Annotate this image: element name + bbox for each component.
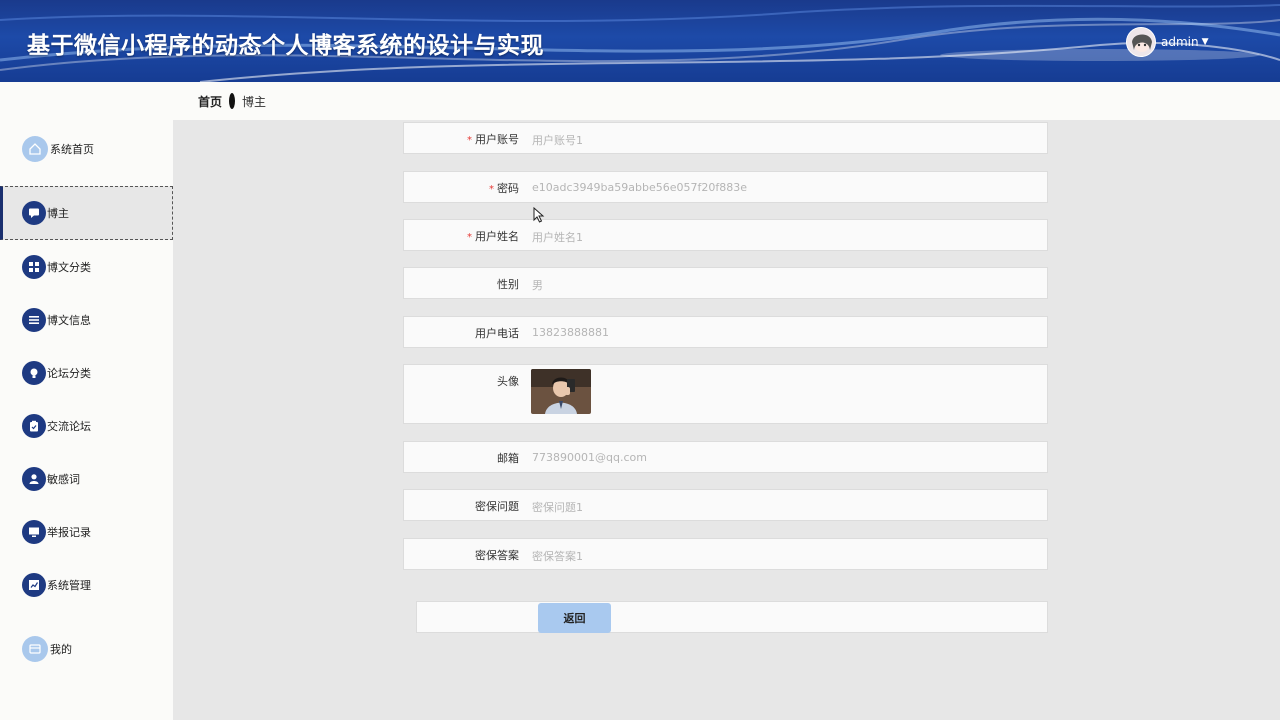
name-field[interactable]: 用户姓名1 — [532, 229, 583, 245]
sidebar-item-blog-info[interactable]: 博文信息 — [0, 296, 173, 344]
user-avatar — [1126, 27, 1156, 57]
sidebar-item-mine[interactable]: 我的 — [0, 625, 173, 673]
form-row-name: * 用户姓名 用户姓名1 — [403, 219, 1048, 251]
sidebar-item-blogger[interactable]: 博主 — [0, 186, 173, 240]
chat-icon — [22, 201, 46, 225]
form-row-account: * 用户账号 用户账号1 — [403, 122, 1048, 154]
required-mark: * — [467, 232, 472, 243]
form-row-security-answer: 密保答案 密保答案1 — [403, 538, 1048, 570]
breadcrumb-bar: 首页 博主 — [0, 82, 1280, 120]
back-button[interactable]: 返回 — [538, 603, 611, 633]
account-label: 用户账号 — [475, 133, 519, 146]
security-answer-label: 密保答案 — [475, 549, 519, 562]
name-label: 用户姓名 — [475, 230, 519, 243]
form-row-email: 邮箱 773890001@qq.com — [403, 441, 1048, 473]
bulb-icon — [22, 361, 46, 385]
gender-field[interactable]: 男 — [532, 277, 543, 293]
clipboard-icon — [22, 414, 46, 438]
person-icon — [22, 467, 46, 491]
sidebar-item-system[interactable]: 系统管理 — [0, 561, 173, 609]
form-actions: 返回 — [416, 601, 1048, 633]
sidebar-item-label: 论坛分类 — [47, 367, 91, 380]
sidebar-item-label: 系统首页 — [50, 143, 94, 156]
form-row-password: * 密码 e10adc3949ba59abbe56e057f20f883e — [403, 171, 1048, 203]
form-row-gender: 性别 男 — [403, 267, 1048, 299]
app-title: 基于微信小程序的动态个人博客系统的设计与实现 — [27, 33, 544, 59]
sidebar-item-blog-category[interactable]: 博文分类 — [0, 243, 173, 291]
sidebar: 系统首页 博主 博文分类 博文信息 论坛分类 交流论坛 敏感词 举报记录 系统管… — [0, 120, 173, 720]
breadcrumb-current: 博主 — [242, 94, 267, 109]
sidebar-item-label: 博文分类 — [47, 261, 91, 274]
sidebar-item-label: 博文信息 — [47, 314, 91, 327]
gender-label: 性别 — [497, 278, 519, 291]
account-field[interactable]: 用户账号1 — [532, 132, 583, 148]
sidebar-item-forum[interactable]: 交流论坛 — [0, 402, 173, 450]
field-label: * 用户账号 — [467, 131, 519, 147]
sidebar-item-label: 敏感词 — [47, 473, 80, 486]
required-mark: * — [467, 135, 472, 146]
chevron-down-icon: ▼ — [1201, 37, 1209, 47]
email-field[interactable]: 773890001@qq.com — [532, 451, 647, 464]
field-label: * 密码 — [489, 180, 519, 196]
breadcrumb: 首页 博主 — [198, 82, 266, 120]
mouse-cursor-icon — [533, 207, 545, 223]
chart-icon — [22, 573, 46, 597]
form-row-security-question: 密保问题 密保问题1 — [403, 489, 1048, 521]
sidebar-item-label: 我的 — [50, 643, 72, 656]
security-question-label: 密保问题 — [475, 500, 519, 513]
sidebar-item-home[interactable]: 系统首页 — [0, 125, 173, 173]
breadcrumb-separator-icon — [229, 93, 236, 109]
breadcrumb-home[interactable]: 首页 — [198, 93, 222, 110]
sidebar-item-label: 举报记录 — [47, 526, 91, 539]
phone-field[interactable]: 13823888881 — [532, 326, 609, 339]
field-label: * 用户姓名 — [467, 228, 519, 244]
phone-label: 用户电话 — [475, 327, 519, 340]
sidebar-item-label: 交流论坛 — [47, 420, 91, 433]
sidebar-item-sensitive-words[interactable]: 敏感词 — [0, 455, 173, 503]
grid-icon — [22, 255, 46, 279]
avatar-label: 头像 — [497, 375, 519, 388]
security-question-field[interactable]: 密保问题1 — [532, 499, 583, 515]
sidebar-item-forum-category[interactable]: 论坛分类 — [0, 349, 173, 397]
form-row-avatar: 头像 — [403, 364, 1048, 424]
list-icon — [22, 308, 46, 332]
sidebar-item-label: 博主 — [47, 207, 69, 220]
profile-card-icon — [22, 636, 48, 662]
avatar-image[interactable] — [531, 369, 591, 414]
password-label: 密码 — [497, 182, 519, 195]
form-row-phone: 用户电话 13823888881 — [403, 316, 1048, 348]
email-label: 邮箱 — [497, 452, 519, 465]
user-name: admin — [1161, 35, 1199, 49]
monitor-icon — [22, 520, 46, 544]
required-mark: * — [489, 184, 494, 195]
password-field[interactable]: e10adc3949ba59abbe56e057f20f883e — [532, 181, 747, 194]
sidebar-item-reports[interactable]: 举报记录 — [0, 508, 173, 556]
app-header: 基于微信小程序的动态个人博客系统的设计与实现 admin ▼ — [0, 0, 1280, 82]
security-answer-field[interactable]: 密保答案1 — [532, 548, 583, 564]
user-menu[interactable]: admin ▼ — [1126, 26, 1209, 58]
sidebar-item-label: 系统管理 — [47, 579, 91, 592]
home-icon — [22, 136, 48, 162]
